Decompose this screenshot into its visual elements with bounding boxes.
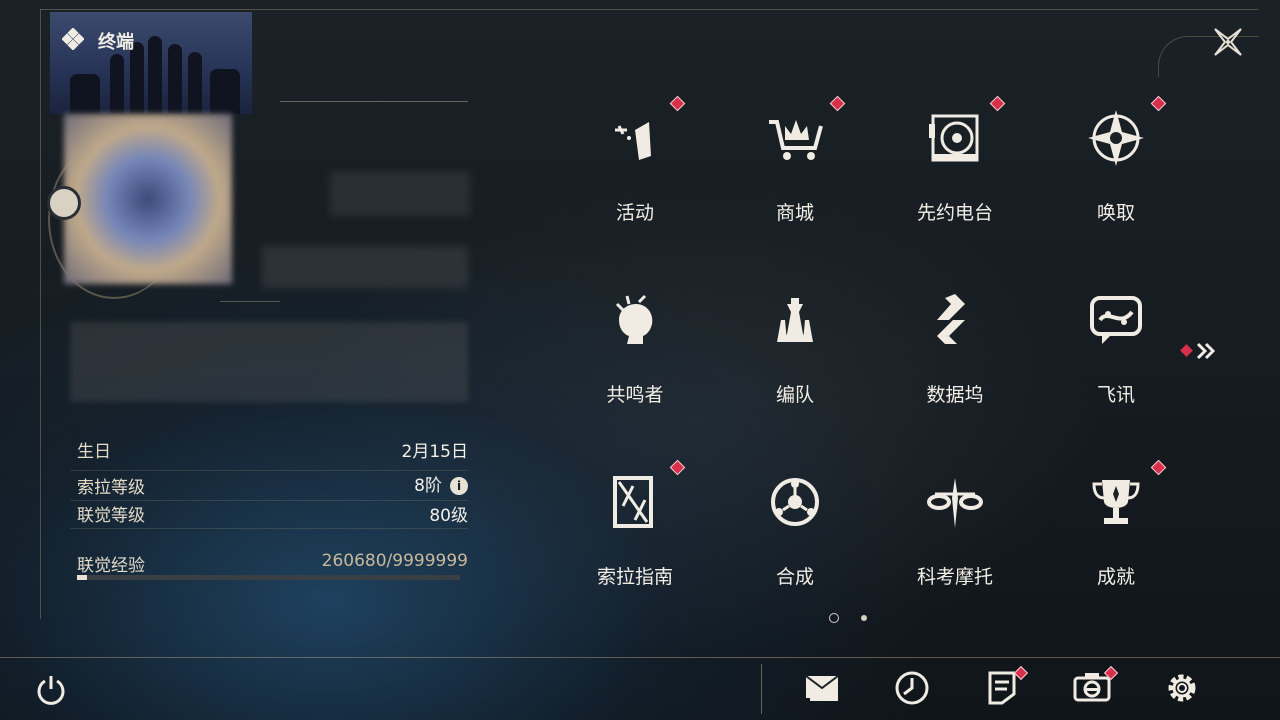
next-page-button[interactable] [1180, 340, 1220, 362]
gear-icon [1162, 668, 1202, 712]
radio-icon [925, 108, 985, 168]
info-icon[interactable]: i [450, 477, 468, 495]
sola-level-row: 8阶 i [414, 471, 468, 496]
tile-trophy[interactable]: 成就 [1041, 456, 1191, 616]
gear-button[interactable] [1162, 670, 1202, 710]
notification-badge [1150, 95, 1167, 112]
tile-shop-cart[interactable]: 商城 [720, 92, 870, 252]
trophy-icon [1086, 472, 1146, 532]
tile-label: 编队 [775, 384, 814, 406]
tile-resonator-head[interactable]: 共鸣者 [560, 274, 710, 434]
tile-label: 索拉指南 [596, 566, 673, 588]
tile-label: 科考摩托 [916, 566, 993, 588]
tile-label: 商城 [775, 202, 814, 224]
data-dock-icon [925, 290, 985, 350]
close-button[interactable] [1206, 20, 1250, 64]
chess-team-icon [765, 290, 825, 350]
notification-badge [829, 95, 846, 112]
avatar[interactable] [64, 114, 232, 284]
birthday-label: 生日 [77, 442, 111, 462]
divider [70, 470, 468, 471]
tile-label: 飞讯 [1096, 384, 1135, 406]
tile-guide-book[interactable]: 索拉指南 [560, 456, 710, 616]
notice-button[interactable] [982, 665, 1029, 710]
exp-bar-track [77, 575, 460, 580]
clock-icon [892, 668, 932, 712]
synthesis-icon [765, 472, 825, 532]
terminal-icon [61, 27, 85, 51]
sola-level-value: 8阶 [414, 476, 442, 496]
clock-button[interactable] [892, 670, 932, 710]
page-dot-2[interactable] [861, 615, 867, 621]
page-title: 终端 [98, 32, 134, 53]
tile-motorbike[interactable]: 科考摩托 [880, 456, 1030, 616]
chat-bubble-icon [1086, 290, 1146, 350]
shop-cart-icon [765, 108, 825, 168]
tile-data-dock[interactable]: 数据坞 [880, 274, 1030, 434]
close-icon [1214, 28, 1242, 56]
tile-chat-bubble[interactable]: 飞讯 [1041, 274, 1191, 434]
camera-button[interactable] [1072, 665, 1119, 710]
tile-chess-team[interactable]: 编队 [720, 274, 870, 434]
frame-top-line [40, 9, 1258, 10]
union-level-value: 80级 [429, 506, 468, 526]
divider [70, 528, 468, 529]
notification-badge [669, 95, 686, 112]
tile-activity[interactable]: 活动 [560, 92, 710, 252]
compass-star-icon [1086, 108, 1146, 168]
birthday-value: 2月15日 [401, 442, 468, 462]
tile-label: 合成 [775, 566, 814, 588]
bottom-separator [761, 664, 762, 714]
resonator-head-icon [605, 290, 665, 350]
activity-icon [605, 108, 665, 168]
page-dot-1[interactable] [829, 613, 839, 623]
union-level-label: 联觉等级 [77, 506, 145, 526]
motorbike-icon [925, 472, 985, 532]
tile-label: 先约电台 [916, 202, 993, 224]
notification-badge [1150, 459, 1167, 476]
union-exp-value: 260680/9999999 [321, 551, 468, 571]
tile-label: 活动 [615, 202, 654, 224]
player-name-obscured [330, 172, 470, 216]
notification-badge [989, 95, 1006, 112]
tile-synthesis[interactable]: 合成 [720, 456, 870, 616]
frame-left-line [40, 9, 41, 619]
player-id-obscured [262, 246, 468, 288]
tile-radio[interactable]: 先约电台 [880, 92, 1030, 252]
page-indicator [829, 613, 867, 623]
tile-label: 数据坞 [926, 384, 984, 406]
tile-label: 共鸣者 [606, 384, 664, 406]
power-button[interactable] [31, 670, 71, 710]
divider [280, 101, 468, 102]
tile-compass-star[interactable]: 唤取 [1041, 92, 1191, 252]
tile-label: 唤取 [1096, 202, 1135, 224]
union-exp-label: 联觉经验 [77, 556, 145, 576]
exp-bar-fill [77, 575, 87, 580]
guide-book-icon [605, 472, 665, 532]
mail-button[interactable] [802, 670, 842, 710]
avatar-knob [47, 186, 81, 220]
mail-icon [802, 668, 842, 712]
power-icon [37, 676, 65, 705]
notification-badge [669, 459, 686, 476]
sola-level-label: 索拉等级 [77, 478, 145, 498]
tile-label: 成就 [1096, 566, 1135, 588]
signature-obscured[interactable] [70, 322, 468, 402]
double-chevron-right-icon [1180, 342, 1216, 360]
bottom-divider [0, 657, 1280, 658]
divider [220, 301, 280, 302]
